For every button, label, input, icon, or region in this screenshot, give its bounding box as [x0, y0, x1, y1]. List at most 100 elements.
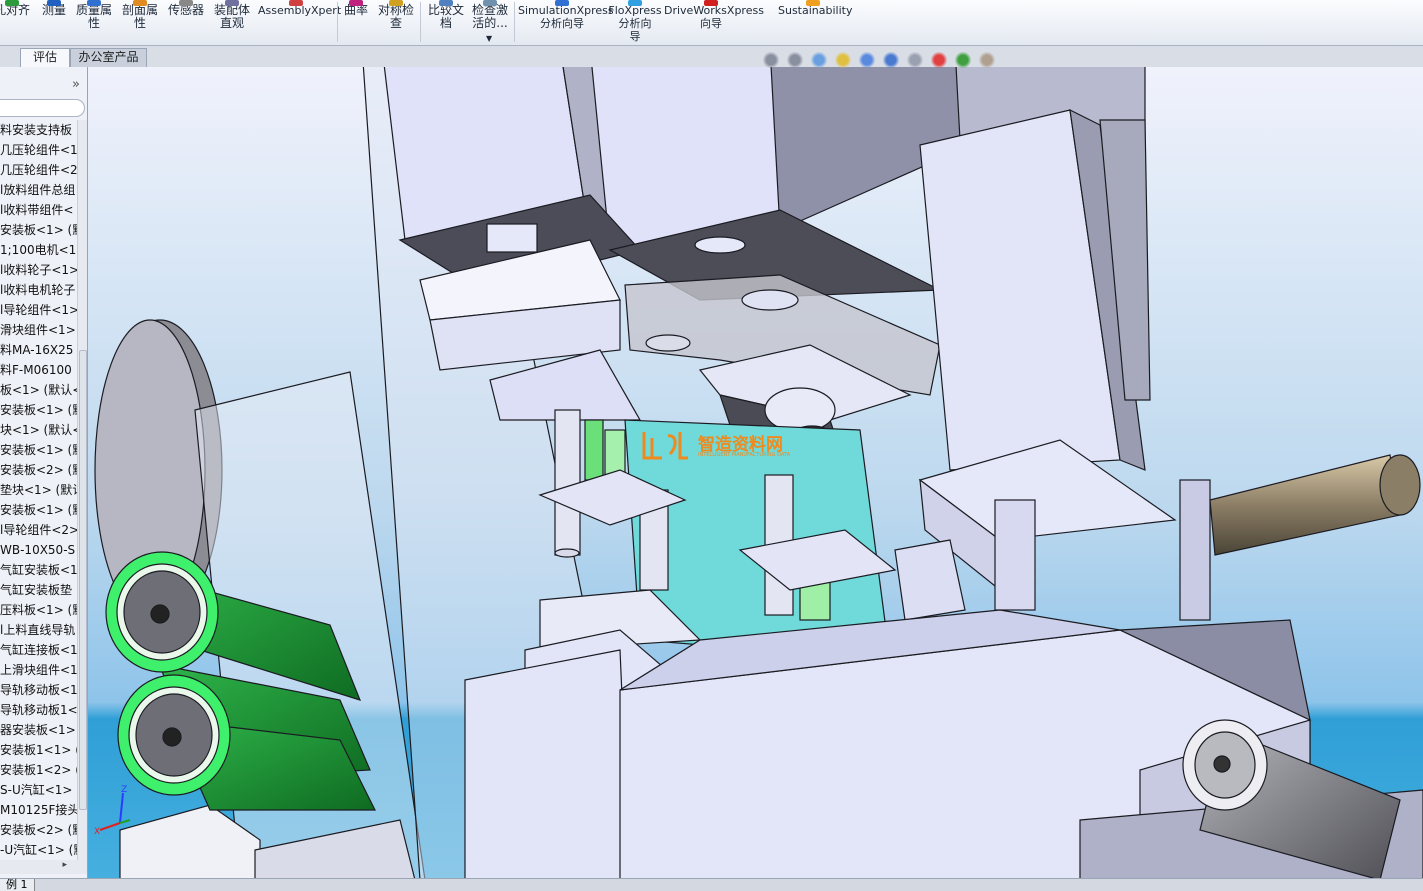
- command-manager-ribbon: 孔对齐 测量 质量属 性剖面属 性传感器 装配体 直观 AssemblyXpert 曲率对…: [0, 0, 1423, 46]
- tree-item[interactable]: 垫块<1> (默认: [0, 480, 77, 500]
- ribbon-button-label: FloXpress 分析向 导: [608, 4, 662, 43]
- display-style-icon[interactable]: [882, 52, 900, 68]
- ribbon-button-7[interactable]: 曲率: [342, 0, 370, 17]
- tree-item[interactable]: 安装板<2> (默: [0, 820, 77, 840]
- ribbon-button-icon: [483, 0, 497, 6]
- ribbon-separator: [337, 2, 338, 42]
- chevron-down-icon[interactable]: ▼: [486, 32, 492, 45]
- ribbon-button-icon: [806, 0, 820, 6]
- ribbon-button-label: 质量属 性: [75, 3, 112, 30]
- tree-horizontal-scrollbar[interactable]: ▸: [0, 860, 87, 874]
- tree-item[interactable]: 1;100电机<1: [0, 240, 77, 260]
- ribbon-button-label: 检查激 活的...: [471, 3, 508, 30]
- tree-item[interactable]: l收料轮子<1>: [0, 260, 77, 280]
- tree-item[interactable]: 安装板<1> (默: [0, 220, 77, 240]
- tree-item[interactable]: 压料板<1> (默: [0, 600, 77, 620]
- tree-vertical-scrollbar[interactable]: [77, 120, 87, 860]
- tree-item[interactable]: M10125F接头: [0, 800, 77, 820]
- ribbon-button-icon: [47, 0, 61, 6]
- watermark-logo: 智造资料网 INTELLIGENT MANUFACTURING DATA: [640, 428, 790, 468]
- ribbon-button-11[interactable]: SimulationXpress 分析向导: [518, 0, 614, 30]
- tree-item[interactable]: l上料直线导轨: [0, 620, 77, 640]
- ribbon-button-icon: [225, 0, 239, 6]
- ribbon-separator: [420, 2, 421, 42]
- ribbon-button-12[interactable]: FloXpress 分析向 导: [608, 0, 662, 43]
- ribbon-button-4[interactable]: 传感器: [166, 0, 206, 17]
- tree-item[interactable]: l收料电机轮子: [0, 280, 77, 300]
- ribbon-button-6[interactable]: AssemblyXpert: [258, 0, 341, 17]
- ribbon-button-label: 对称检 查: [377, 3, 414, 30]
- edit-appearance-icon[interactable]: [930, 52, 948, 68]
- feature-manager-tree-panel: » 料安装支持板几压轮组件<1>几压轮组件<2>l放料组件总组l收料带组件<安装…: [0, 67, 88, 878]
- assembly-model[interactable]: Z X: [88, 67, 1423, 878]
- tree-item[interactable]: 几压轮组件<1>: [0, 140, 77, 160]
- ribbon-button-9[interactable]: 比较文 档: [424, 0, 468, 30]
- ribbon-button-0[interactable]: 孔对齐: [0, 0, 30, 17]
- tree-item[interactable]: 料F-M06100: [0, 360, 77, 380]
- zoom-to-area-icon[interactable]: [786, 52, 804, 68]
- tab-evaluate[interactable]: 评估: [20, 48, 70, 67]
- ribbon-button-1[interactable]: 测量: [40, 0, 68, 17]
- ribbon-button-8[interactable]: 对称检 查: [374, 0, 418, 30]
- tree-filter-input[interactable]: [0, 99, 85, 117]
- tree-item[interactable]: -U汽缸<1> (默: [0, 840, 77, 860]
- command-tabs: 评估 办公室产品: [0, 46, 1423, 67]
- tree-item[interactable]: l导轮组件<1>: [0, 300, 77, 320]
- tree-item[interactable]: 气缸安装板<1: [0, 560, 77, 580]
- ribbon-button-icon: [87, 0, 101, 6]
- model-tab[interactable]: 例 1: [0, 879, 35, 891]
- previous-view-icon[interactable]: [810, 52, 828, 68]
- hide-show-items-icon[interactable]: [906, 52, 924, 68]
- ribbon-button-icon: [704, 0, 718, 6]
- ribbon-button-icon: [555, 0, 569, 6]
- watermark-book-icon: [642, 432, 688, 460]
- watermark-subtitle: INTELLIGENT MANUFACTURING DATA: [698, 452, 791, 458]
- tree-item[interactable]: 料安装支持板: [0, 120, 77, 140]
- zoom-to-fit-icon[interactable]: [762, 52, 780, 68]
- ribbon-button-3[interactable]: 剖面属 性: [118, 0, 162, 30]
- tree-item[interactable]: 器安装板<1>: [0, 720, 77, 740]
- tree-item[interactable]: 上滑块组件<1: [0, 660, 77, 680]
- tree-item[interactable]: 安装板<1> (默: [0, 500, 77, 520]
- double-chevron-right-icon[interactable]: »: [0, 77, 86, 92]
- tree-item[interactable]: 安装板<1> (默: [0, 400, 77, 420]
- ribbon-button-2[interactable]: 质量属 性: [72, 0, 116, 30]
- tree-item[interactable]: 安装板<1> (默: [0, 440, 77, 460]
- tree-item[interactable]: 气缸连接板<1: [0, 640, 77, 660]
- tree-item[interactable]: 板<1> (默认<: [0, 380, 77, 400]
- tree-item[interactable]: 气缸安装板垫: [0, 580, 77, 600]
- ribbon-button-icon: [133, 0, 147, 6]
- tree-item[interactable]: l收料带组件<: [0, 200, 77, 220]
- tree-item[interactable]: 滑块组件<1>: [0, 320, 77, 340]
- ribbon-button-10[interactable]: 检查激 活的...: [468, 0, 512, 30]
- ribbon-button-icon: [389, 0, 403, 6]
- ribbon-button-5[interactable]: 装配体 直观: [210, 0, 254, 30]
- ribbon-button-label: 比较文 档: [427, 3, 464, 30]
- graphics-viewport[interactable]: Z X: [88, 67, 1423, 878]
- ribbon-button-icon: [349, 0, 363, 6]
- tree-item[interactable]: 导轨移动板<1: [0, 680, 77, 700]
- ribbon-button-13[interactable]: DriveWorksXpress 向导: [664, 0, 764, 30]
- view-settings-icon[interactable]: [978, 52, 996, 68]
- tree-item[interactable]: S-U汽缸<1>: [0, 780, 77, 800]
- status-bar: 例 1: [0, 878, 1423, 891]
- tree-item[interactable]: 料MA-16X25: [0, 340, 77, 360]
- tree-item[interactable]: 安装板1<2> (: [0, 760, 77, 780]
- feature-tree: 料安装支持板几压轮组件<1>几压轮组件<2>l放料组件总组l收料带组件<安装板<…: [0, 120, 77, 860]
- ribbon-button-icon: [628, 0, 642, 6]
- tree-item[interactable]: 安装板1<1> (: [0, 740, 77, 760]
- section-view-icon[interactable]: [834, 52, 852, 68]
- view-orientation-icon[interactable]: [858, 52, 876, 68]
- tree-item[interactable]: l导轮组件<2>: [0, 520, 77, 540]
- apply-scene-icon[interactable]: [954, 52, 972, 68]
- ribbon-button-14[interactable]: Sustainability: [778, 0, 852, 17]
- tree-item[interactable]: 导轨移动板1<: [0, 700, 77, 720]
- ribbon-button-label: DriveWorksXpress 向导: [664, 4, 764, 30]
- tree-item[interactable]: WB-10X50-S: [0, 540, 77, 560]
- tree-item[interactable]: 几压轮组件<2>: [0, 160, 77, 180]
- tree-item[interactable]: 块<1> (默认<: [0, 420, 77, 440]
- ribbon-button-icon: [179, 0, 193, 6]
- tree-item[interactable]: l放料组件总组: [0, 180, 77, 200]
- tab-office-products[interactable]: 办公室产品: [70, 48, 147, 67]
- tree-item[interactable]: 安装板<2> (默: [0, 460, 77, 480]
